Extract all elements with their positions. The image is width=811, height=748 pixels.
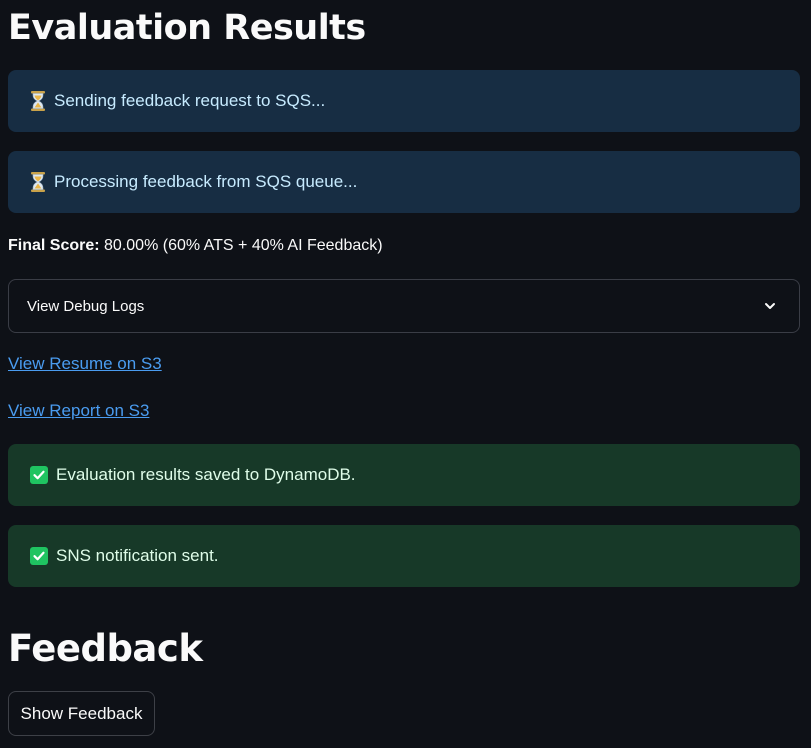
view-resume-link[interactable]: View Resume on S3 [8, 354, 162, 374]
view-report-link[interactable]: View Report on S3 [8, 401, 149, 421]
final-score: Final Score: 80.00% (60% ATS + 40% AI Fe… [8, 235, 383, 257]
hourglass-icon [31, 172, 45, 192]
show-feedback-button[interactable]: Show Feedback [8, 691, 155, 736]
check-box-icon [30, 547, 48, 565]
expander-label: View Debug Logs [27, 297, 145, 315]
success-alert-saved: Evaluation results saved to DynamoDB. [8, 444, 800, 506]
info-alert-text: Sending feedback request to SQS... [54, 91, 326, 110]
success-alert-sns: SNS notification sent. [8, 525, 800, 587]
debug-logs-expander[interactable]: View Debug Logs [8, 279, 800, 333]
hourglass-icon [31, 91, 45, 111]
success-alert-text: Evaluation results saved to DynamoDB. [56, 465, 356, 484]
info-alert-text: Processing feedback from SQS queue... [54, 172, 358, 191]
final-score-value: 80.00% (60% ATS + 40% AI Feedback) [104, 237, 383, 254]
page-title: Evaluation Results [8, 8, 366, 48]
final-score-label: Final Score: [8, 237, 100, 254]
feedback-heading: Feedback [8, 627, 203, 670]
check-box-icon [30, 466, 48, 484]
chevron-down-icon [765, 303, 775, 309]
info-alert-sending: Sending feedback request to SQS... [8, 70, 800, 132]
success-alert-text: SNS notification sent. [56, 546, 219, 565]
page: Evaluation Results Sending feedback requ… [0, 0, 811, 748]
info-alert-processing: Processing feedback from SQS queue... [8, 151, 800, 213]
